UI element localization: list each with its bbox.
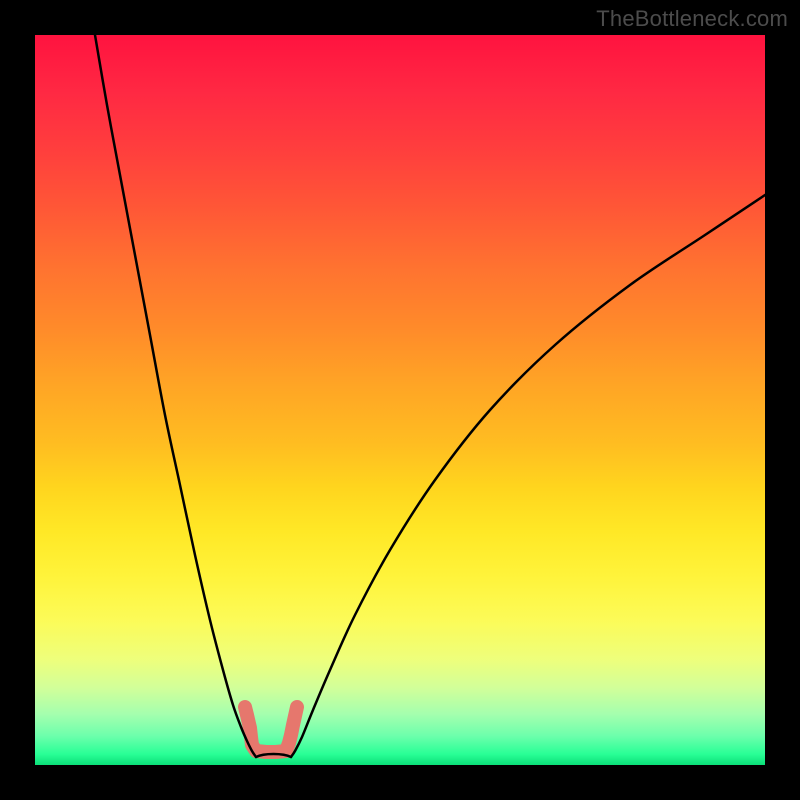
valley-marker [245,707,297,752]
curve-svg [35,35,765,765]
plot-area [35,35,765,765]
bottleneck-curve [95,35,765,757]
watermark-text: TheBottleneck.com [596,6,788,32]
chart-frame: TheBottleneck.com [0,0,800,800]
